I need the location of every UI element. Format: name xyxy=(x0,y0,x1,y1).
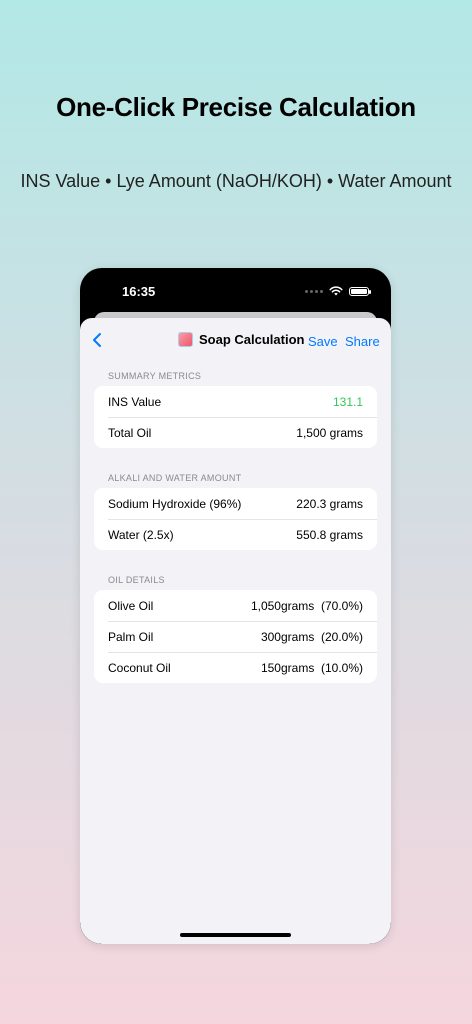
list-item: Water (2.5x) 550.8 grams xyxy=(94,519,377,550)
nav-bar: Soap Calculation Save Share xyxy=(80,330,391,352)
coconut-oil-label: Coconut Oil xyxy=(108,660,171,675)
water-value: 550.8 grams xyxy=(296,527,363,542)
promo-headline: One-Click Precise Calculation xyxy=(56,92,416,122)
signal-dots-icon xyxy=(305,289,323,293)
palm-oil-label: Palm Oil xyxy=(108,629,154,644)
alkali-group: Sodium Hydroxide (96%) 220.3 grams Water… xyxy=(94,488,377,550)
oil-section-header: OIL DETAILS xyxy=(108,575,165,585)
home-indicator[interactable] xyxy=(180,933,291,937)
promo-subline: INS Value • Lye Amount (NaOH/KOH) • Wate… xyxy=(20,171,452,191)
chevron-left-icon[interactable] xyxy=(92,332,108,350)
list-item: Sodium Hydroxide (96%) 220.3 grams xyxy=(94,488,377,519)
soap-icon xyxy=(178,332,193,347)
sodium-hydroxide-value: 220.3 grams xyxy=(296,496,363,511)
calculation-sheet: Soap Calculation Save Share SUMMARY METR… xyxy=(80,318,391,944)
list-item: INS Value 131.1 xyxy=(94,386,377,417)
total-oil-label: Total Oil xyxy=(108,425,152,440)
olive-oil-label: Olive Oil xyxy=(108,598,154,613)
list-item: Total Oil 1,500 grams xyxy=(94,417,377,448)
palm-oil-value: 300grams (20.0%) xyxy=(260,629,363,644)
total-oil-value: 1,500 grams xyxy=(296,425,363,440)
wifi-icon xyxy=(329,286,343,296)
sodium-hydroxide-label: Sodium Hydroxide (96%) xyxy=(108,496,242,511)
ins-value-label: INS Value xyxy=(108,394,162,409)
status-time: 16:35 xyxy=(122,284,156,299)
battery-icon xyxy=(349,286,371,296)
list-item: Olive Oil 1,050grams (70.0%) xyxy=(94,590,377,621)
oil-group: Olive Oil 1,050grams (70.0%) Palm Oil 30… xyxy=(94,590,377,683)
olive-oil-value: 1,050grams (70.0%) xyxy=(250,598,363,613)
save-button[interactable]: Save xyxy=(308,334,338,349)
page-title: Soap Calculation xyxy=(178,332,304,347)
page-title-label: Soap Calculation xyxy=(199,332,305,347)
ins-value: 131.1 xyxy=(332,394,363,409)
alkali-section-header: ALKALI AND WATER AMOUNT xyxy=(108,473,242,483)
list-item: Palm Oil 300grams (20.0%) xyxy=(94,621,377,652)
summary-group: INS Value 131.1 Total Oil 1,500 grams xyxy=(94,386,377,448)
water-label: Water (2.5x) xyxy=(108,527,174,542)
phone-frame: 16:35 Soap Calculation Save Share SUMMAR… xyxy=(80,268,391,944)
coconut-oil-value: 150grams (10.0%) xyxy=(260,660,363,675)
list-item: Coconut Oil 150grams (10.0%) xyxy=(94,652,377,683)
status-icons xyxy=(305,286,371,296)
share-button[interactable]: Share xyxy=(345,334,380,349)
summary-section-header: SUMMARY METRICS xyxy=(108,371,202,381)
